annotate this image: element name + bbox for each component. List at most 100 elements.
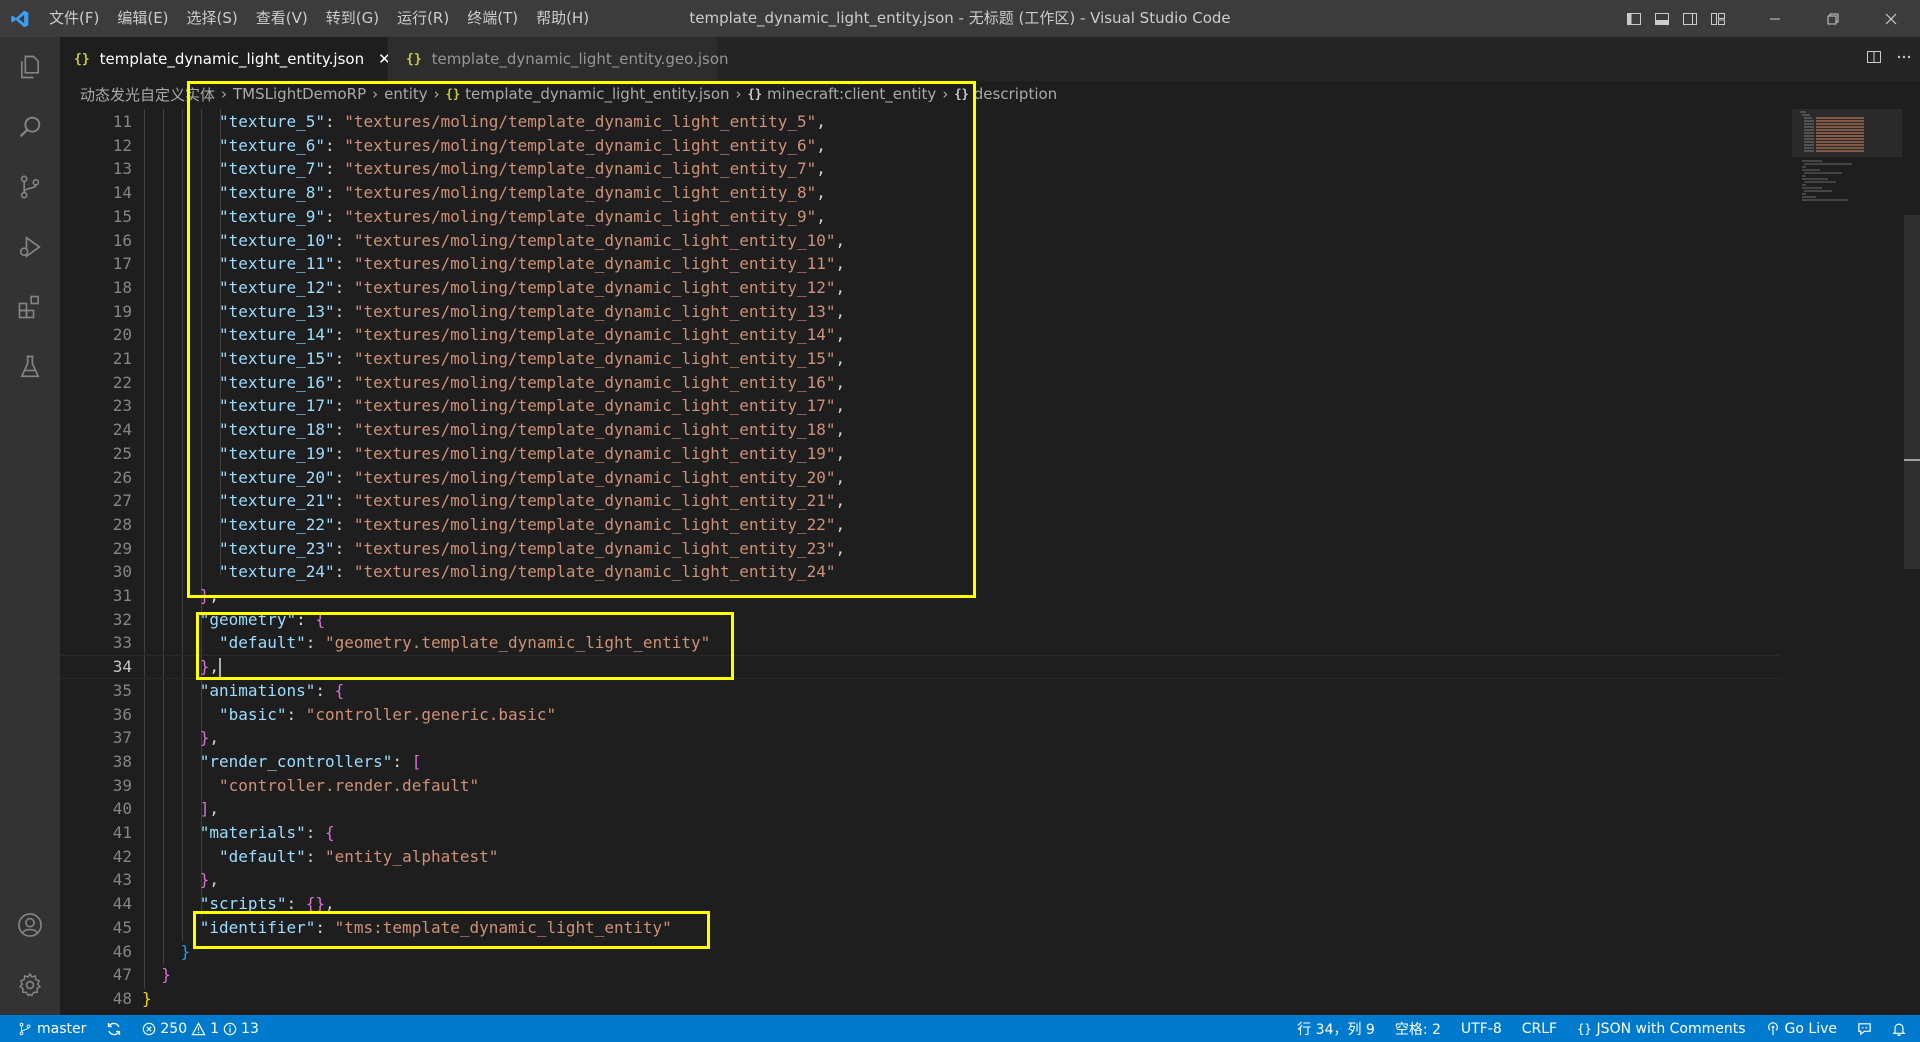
broadcast-icon bbox=[1767, 1021, 1778, 1035]
problems-status[interactable]: 250 1 13 bbox=[142, 1020, 259, 1037]
warning-icon bbox=[191, 1021, 206, 1035]
git-branch-status[interactable]: master bbox=[18, 1021, 86, 1037]
menu-selection[interactable]: 选择(S) bbox=[178, 0, 247, 37]
code-line[interactable]: 47} bbox=[60, 963, 1780, 987]
title-actions bbox=[1620, 0, 1920, 37]
branch-name: master bbox=[37, 1020, 87, 1037]
code-line[interactable]: 40], bbox=[60, 797, 1780, 821]
json-string-value: "entity_alphatest" bbox=[325, 846, 499, 866]
editor-tab-bar: {} template_dynamic_light_entity.json ✕ … bbox=[60, 37, 1920, 81]
line-number: 38 bbox=[112, 751, 132, 771]
json-colon: : bbox=[315, 680, 335, 700]
json-file-icon: {} bbox=[74, 51, 90, 67]
restore-icon[interactable] bbox=[1804, 0, 1862, 37]
code-line[interactable]: 39 "controller.render.default" bbox=[60, 774, 1780, 798]
extensions-icon[interactable] bbox=[0, 277, 60, 337]
json-bracket: } bbox=[199, 728, 210, 748]
testing-flask-icon[interactable] bbox=[0, 337, 60, 397]
code-line[interactable]: 43}, bbox=[60, 868, 1780, 892]
json-bracket: } bbox=[161, 965, 171, 985]
menu-file[interactable]: 文件(F) bbox=[40, 0, 108, 37]
highlight-box-textures bbox=[187, 81, 976, 598]
code-text: "render_controllers": [ bbox=[200, 750, 422, 774]
error-icon bbox=[143, 1022, 156, 1035]
vertical-scrollbar[interactable] bbox=[1904, 109, 1920, 1015]
json-comma: , bbox=[209, 870, 220, 890]
code-line[interactable]: 35 "animations": { bbox=[60, 679, 1780, 703]
accounts-icon[interactable] bbox=[0, 895, 60, 955]
code-text: "basic": "controller.generic.basic" bbox=[219, 703, 556, 727]
scrollbar-cursor-marker bbox=[1904, 459, 1920, 461]
code-line[interactable]: 36 "basic": "controller.generic.basic" bbox=[60, 703, 1780, 727]
cursor-position-status[interactable]: 行 34，列 9 bbox=[1287, 1019, 1385, 1039]
warning-count: 1 bbox=[210, 1020, 220, 1037]
line-number: 46 bbox=[112, 941, 132, 961]
title-bar: 文件(F) 编辑(E) 选择(S) 查看(V) 转到(G) 运行(R) 终端(T… bbox=[0, 0, 1920, 37]
tab-template-dynamic-light-entity-json[interactable]: {} template_dynamic_light_entity.json ✕ bbox=[60, 37, 391, 81]
line-number: 13 bbox=[112, 159, 132, 179]
line-number: 25 bbox=[112, 443, 132, 463]
explorer-icon[interactable] bbox=[0, 37, 60, 97]
json-key: "basic" bbox=[219, 704, 287, 724]
code-line[interactable]: 38 "render_controllers": [ bbox=[60, 750, 1780, 774]
code-line[interactable]: 37}, bbox=[60, 726, 1780, 750]
search-icon[interactable] bbox=[0, 97, 60, 157]
code-line[interactable]: 42 "default": "entity_alphatest" bbox=[60, 845, 1780, 869]
git-branch-icon bbox=[19, 1022, 31, 1035]
code-text: "materials": { bbox=[200, 821, 335, 845]
menu-go[interactable]: 转到(G) bbox=[317, 0, 388, 37]
more-actions-icon[interactable] bbox=[1896, 49, 1912, 69]
line-number: 16 bbox=[112, 230, 132, 250]
toggle-secondary-sidebar-button[interactable] bbox=[1676, 0, 1704, 37]
toggle-panel-button[interactable] bbox=[1648, 0, 1676, 37]
split-editor-icon[interactable] bbox=[1866, 49, 1882, 69]
feedback-icon[interactable] bbox=[1847, 1021, 1882, 1036]
json-colon: : bbox=[305, 823, 325, 842]
settings-gear-icon[interactable] bbox=[0, 955, 60, 1015]
menu-run[interactable]: 运行(R) bbox=[388, 0, 458, 37]
line-number: 44 bbox=[112, 894, 132, 914]
menu-terminal[interactable]: 终端(T) bbox=[458, 0, 527, 37]
line-number: 37 bbox=[112, 728, 132, 748]
toggle-primary-sidebar-button[interactable] bbox=[1620, 0, 1648, 37]
breadcrumb-item[interactable]: description bbox=[974, 85, 1057, 103]
json-colon: : bbox=[286, 704, 306, 724]
language-mode-status[interactable]: {} JSON with Comments bbox=[1567, 1021, 1755, 1037]
line-number: 48 bbox=[112, 988, 132, 1008]
indentation-status[interactable]: 空格: 2 bbox=[1385, 1019, 1451, 1039]
source-control-icon[interactable] bbox=[0, 157, 60, 217]
code-text: ], bbox=[200, 797, 219, 821]
menu-help[interactable]: 帮助(H) bbox=[527, 0, 598, 37]
minimize-icon[interactable] bbox=[1746, 0, 1804, 37]
json-comma: , bbox=[209, 799, 220, 819]
customize-layout-button[interactable] bbox=[1704, 0, 1732, 37]
code-text: } bbox=[181, 940, 191, 964]
close-window-icon[interactable] bbox=[1862, 0, 1920, 37]
json-file-icon: {} bbox=[406, 51, 422, 67]
menu-edit[interactable]: 编辑(E) bbox=[108, 0, 177, 37]
error-count: 250 bbox=[160, 1020, 188, 1037]
minimap[interactable] bbox=[1792, 109, 1902, 1015]
json-bracket: [ bbox=[411, 751, 422, 771]
line-number: 20 bbox=[112, 325, 132, 345]
info-icon bbox=[223, 1022, 237, 1035]
sync-icon[interactable] bbox=[106, 1021, 122, 1037]
menu-view[interactable]: 查看(V) bbox=[247, 0, 317, 37]
line-number: 36 bbox=[112, 704, 132, 724]
line-number: 14 bbox=[112, 183, 132, 203]
json-bracket: { bbox=[325, 823, 335, 842]
json-bracket: } bbox=[142, 988, 152, 1008]
code-line[interactable]: 41 "materials": { bbox=[60, 821, 1780, 845]
code-line[interactable]: 48} bbox=[60, 987, 1780, 1011]
go-live-button[interactable]: Go Live bbox=[1756, 1021, 1847, 1037]
tab-template-dynamic-light-entity-geo-json[interactable]: {} template_dynamic_light_entity.geo.jso… bbox=[388, 37, 729, 81]
run-debug-icon[interactable] bbox=[0, 217, 60, 277]
line-number: 30 bbox=[112, 562, 132, 582]
notifications-bell-icon[interactable] bbox=[1882, 1021, 1920, 1036]
json-string-value: "controller.generic.basic" bbox=[305, 704, 557, 724]
line-ending-status[interactable]: CRLF bbox=[1512, 1021, 1567, 1037]
scrollbar-thumb[interactable] bbox=[1904, 215, 1920, 569]
go-live-label: Go Live bbox=[1784, 1020, 1837, 1037]
code-text: "default": "entity_alphatest" bbox=[219, 845, 498, 869]
encoding-status[interactable]: UTF-8 bbox=[1451, 1021, 1512, 1037]
